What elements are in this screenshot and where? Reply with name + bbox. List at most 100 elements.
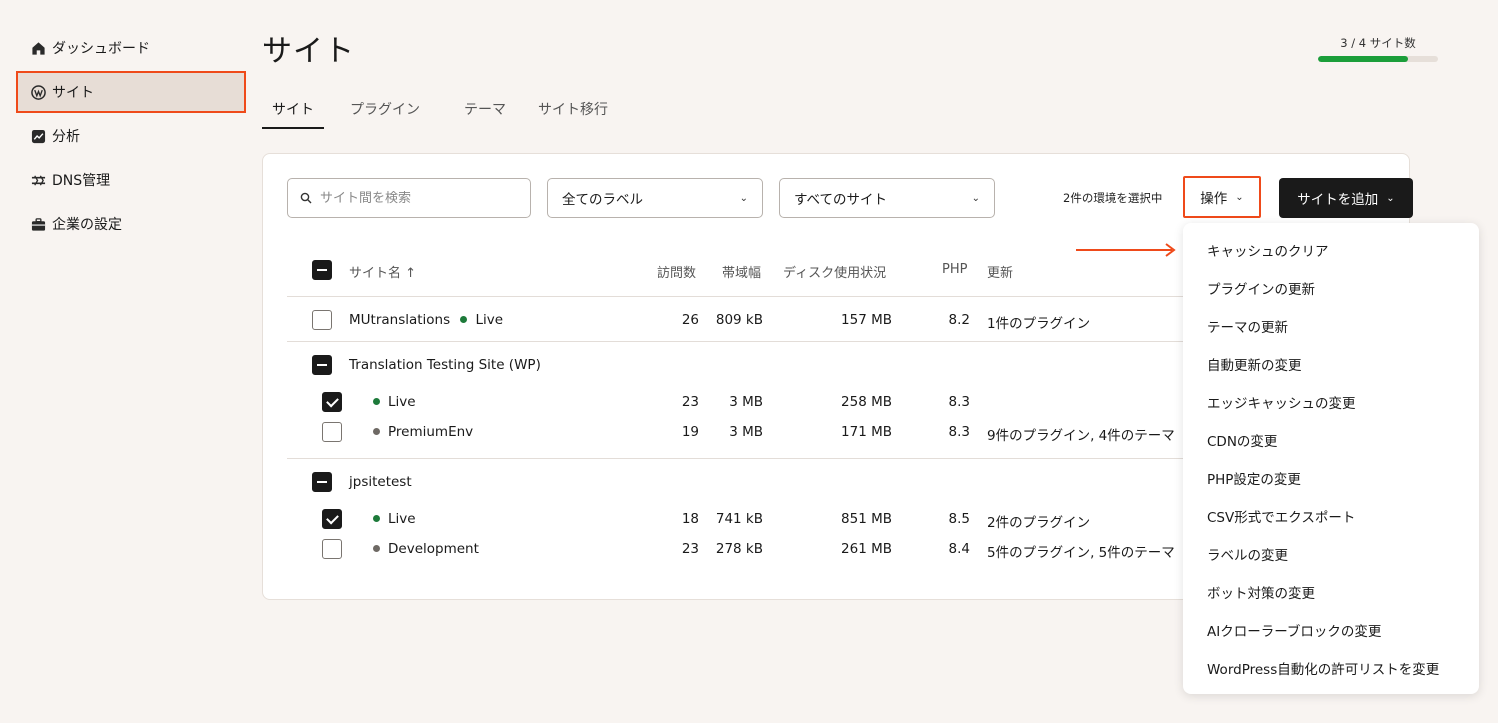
table-row[interactable]: Development: [373, 541, 479, 557]
live-status-dot: [373, 514, 380, 522]
visits-value: 26: [681, 312, 699, 328]
updates-value[interactable]: 1件のプラグイン: [987, 312, 1090, 332]
menu-item-export-csv[interactable]: CSV形式でエクスポート: [1207, 506, 1355, 526]
disk-value: 258 MB: [841, 394, 892, 410]
tab-themes[interactable]: テーマ: [464, 98, 506, 129]
briefcase-icon: [30, 216, 46, 232]
page-title: サイト: [262, 34, 355, 69]
site-group-name[interactable]: jpsitetest: [349, 474, 412, 490]
tab-sites[interactable]: サイト: [262, 98, 324, 129]
menu-item-change-php-settings[interactable]: PHP設定の変更: [1207, 468, 1301, 488]
dns-icon: [30, 172, 46, 188]
site-name: MUtranslations: [349, 312, 451, 328]
site-count: 3 / 4 サイト数: [1340, 36, 1416, 50]
column-header-updates[interactable]: 更新: [987, 262, 1013, 281]
bandwidth-value: 809 kB: [715, 312, 763, 328]
sidebar-item-dashboard[interactable]: ダッシュボード: [16, 27, 246, 69]
bandwidth-value: 741 kB: [715, 511, 763, 527]
sidebar-item-label: 企業の設定: [52, 217, 122, 233]
php-value: 8.3: [948, 394, 970, 410]
visits-value: 19: [681, 424, 699, 440]
add-site-button-label: サイトを追加: [1297, 192, 1379, 208]
sidebar-item-dns[interactable]: DNS管理: [16, 159, 246, 201]
tab-site-migration[interactable]: サイト移行: [538, 98, 608, 129]
disk-value: 171 MB: [841, 424, 892, 440]
env-name: Live: [475, 312, 504, 328]
search-input[interactable]: [320, 190, 510, 206]
column-header-php[interactable]: PHP: [942, 262, 967, 277]
row-checkbox[interactable]: [322, 422, 342, 442]
column-header-site-name[interactable]: サイト名 ↑: [349, 262, 416, 281]
sidebar-item-company-settings[interactable]: 企業の設定: [16, 203, 246, 245]
row-checkbox[interactable]: [312, 310, 332, 330]
updates-value[interactable]: 5件のプラグイン, 5件のテーマ: [987, 541, 1175, 561]
column-header-bandwidth[interactable]: 帯域幅: [722, 262, 761, 281]
menu-item-change-labels[interactable]: ラベルの変更: [1207, 544, 1288, 564]
updates-value[interactable]: 2件のプラグイン: [987, 511, 1090, 531]
table-row[interactable]: MUtranslations Live: [349, 312, 503, 328]
php-value: 8.2: [948, 312, 970, 328]
visits-value: 23: [681, 541, 699, 557]
chevron-down-icon: ⌄: [739, 192, 748, 204]
menu-item-update-plugins[interactable]: プラグインの更新: [1207, 278, 1315, 298]
visits-value: 23: [681, 394, 699, 410]
env-name: Development: [388, 541, 479, 557]
site-group-checkbox[interactable]: [312, 355, 332, 375]
env-name: PremiumEnv: [388, 424, 474, 440]
menu-item-change-ai-crawler-block[interactable]: AIクローラーブロックの変更: [1207, 620, 1381, 640]
chevron-down-icon: ⌄: [971, 192, 980, 204]
php-value: 8.3: [948, 424, 970, 440]
wordpress-icon: [30, 84, 46, 100]
sidebar-item-analytics[interactable]: 分析: [16, 115, 246, 157]
bandwidth-value: 3 MB: [729, 424, 763, 440]
site-filter-value: すべてのサイト: [794, 192, 888, 208]
actions-dropdown-menu: キャッシュのクリア プラグインの更新 テーマの更新 自動更新の変更 エッジキャッ…: [1183, 223, 1479, 694]
table-row[interactable]: Live: [373, 394, 416, 410]
menu-item-update-themes[interactable]: テーマの更新: [1207, 316, 1288, 336]
menu-item-change-bot-protection[interactable]: ボット対策の変更: [1207, 582, 1315, 602]
column-header-disk[interactable]: ディスク使用状況: [783, 262, 886, 281]
actions-button-label: 操作: [1200, 191, 1228, 207]
sidebar-item-label: ダッシュボード: [52, 41, 150, 57]
menu-item-change-cdn[interactable]: CDNの変更: [1207, 430, 1277, 450]
menu-item-change-edge-cache[interactable]: エッジキャッシュの変更: [1207, 392, 1356, 412]
env-status-dot: [373, 544, 380, 552]
column-header-visits[interactable]: 訪問数: [657, 262, 696, 281]
updates-value[interactable]: 9件のプラグイン, 4件のテーマ: [987, 424, 1175, 444]
select-all-checkbox[interactable]: [312, 260, 332, 280]
sidebar-item-label: 分析: [52, 129, 80, 145]
actions-button[interactable]: 操作 ⌄: [1183, 176, 1261, 218]
row-checkbox[interactable]: [322, 539, 342, 559]
search-box[interactable]: [287, 178, 531, 218]
add-site-button[interactable]: サイトを追加 ⌄: [1279, 178, 1413, 218]
tab-plugins[interactable]: プラグイン: [350, 98, 420, 129]
site-group-name[interactable]: Translation Testing Site (WP): [349, 357, 541, 373]
row-checkbox[interactable]: [322, 509, 342, 529]
live-status-dot: [460, 315, 468, 323]
menu-item-clear-cache[interactable]: キャッシュのクリア: [1207, 240, 1329, 260]
site-filter-select[interactable]: すべてのサイト ⌄: [779, 178, 995, 218]
row-checkbox[interactable]: [322, 392, 342, 412]
visits-value: 18: [681, 511, 699, 527]
menu-item-change-wp-automation-allowlist[interactable]: WordPress自動化の許可リストを変更: [1207, 658, 1439, 678]
sidebar-item-label: サイト: [52, 85, 94, 101]
table-row[interactable]: PremiumEnv: [373, 424, 473, 440]
label-filter-select[interactable]: 全てのラベル ⌄: [547, 178, 763, 218]
env-name: Live: [388, 394, 416, 410]
disk-value: 157 MB: [841, 312, 892, 328]
php-value: 8.5: [948, 511, 970, 527]
site-group-checkbox[interactable]: [312, 472, 332, 492]
chevron-down-icon: ⌄: [1386, 192, 1395, 204]
sidebar-item-label: DNS管理: [52, 173, 111, 189]
site-usage-progress: [1318, 56, 1438, 62]
sidebar: ダッシュボード サイト 分析 DNS管理 企業の設定: [0, 0, 250, 723]
live-status-dot: [373, 397, 380, 405]
menu-item-change-auto-updates[interactable]: 自動更新の変更: [1207, 354, 1302, 374]
site-usage-progress-fill: [1318, 56, 1408, 62]
sidebar-item-sites[interactable]: サイト: [16, 71, 246, 113]
home-icon: [30, 40, 46, 56]
disk-value: 261 MB: [841, 541, 892, 557]
selection-count: 2件の環境を選択中: [1063, 191, 1163, 205]
env-name: Live: [388, 511, 416, 527]
table-row[interactable]: Live: [373, 511, 416, 527]
